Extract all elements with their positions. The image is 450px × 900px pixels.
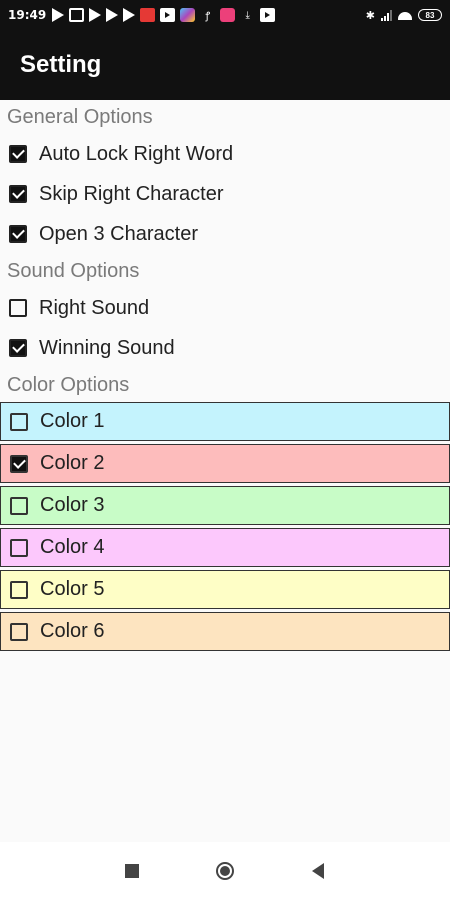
play-notification-icon	[106, 8, 119, 22]
checkbox[interactable]	[9, 339, 27, 357]
option-label: Auto Lock Right Word	[39, 142, 234, 165]
app-notification-icon: ꝭ	[205, 11, 211, 22]
option-label: Winning Sound	[39, 336, 175, 359]
youtube-icon	[260, 8, 276, 22]
section-header-color: Color Options	[7, 374, 130, 396]
recents-button[interactable]	[86, 842, 179, 900]
box-notification-icon	[69, 8, 85, 22]
battery-icon: 83	[418, 9, 442, 21]
color-option-6[interactable]: Color 6	[0, 612, 450, 651]
settings-list: General Options Auto Lock Right Word Ski…	[0, 100, 450, 654]
play-notification-icon	[123, 8, 136, 22]
option-auto-lock-right-word[interactable]: Auto Lock Right Word	[0, 134, 450, 174]
status-time: 19:49	[8, 8, 47, 22]
checkbox[interactable]	[9, 225, 27, 243]
page-title: Setting	[20, 51, 102, 78]
signal-icon	[381, 9, 392, 21]
option-label: Skip Right Character	[39, 182, 224, 205]
option-label: Color 4	[40, 536, 105, 558]
play-notification-icon	[52, 8, 65, 22]
checkbox[interactable]	[10, 622, 28, 641]
status-bar: 19:49 ꝭ ⤓ ✱ 83	[0, 0, 450, 30]
home-button[interactable]	[179, 842, 272, 900]
color-option-3[interactable]: Color 3	[0, 486, 450, 525]
bluetooth-icon: ✱	[365, 9, 375, 22]
checkbox[interactable]	[10, 496, 28, 515]
color-option-2[interactable]: Color 2	[0, 444, 450, 483]
checkbox[interactable]	[10, 454, 28, 473]
option-label: Color 5	[40, 578, 105, 600]
section-header-sound: Sound Options	[7, 260, 140, 282]
checkbox[interactable]	[10, 412, 28, 431]
play-notification-icon	[89, 8, 102, 22]
back-icon	[312, 863, 324, 879]
gallery-icon	[180, 8, 196, 22]
option-skip-right-character[interactable]: Skip Right Character	[0, 174, 450, 214]
option-winning-sound[interactable]: Winning Sound	[0, 328, 450, 368]
notification-icons: ꝭ ⤓	[52, 8, 276, 22]
download-icon: ⤓	[245, 9, 250, 21]
youtube-icon	[160, 8, 176, 22]
option-label: Right Sound	[39, 296, 150, 319]
wifi-icon	[398, 10, 412, 20]
option-label: Color 2	[40, 452, 105, 474]
app-notification-icon	[220, 8, 236, 22]
system-icons: ✱ 83	[366, 9, 442, 22]
checkbox[interactable]	[10, 538, 28, 557]
color-option-5[interactable]: Color 5	[0, 570, 450, 609]
option-label: Color 1	[40, 410, 105, 432]
recents-icon	[125, 864, 139, 878]
color-option-1[interactable]: Color 1	[0, 402, 450, 441]
app-bar: Setting	[0, 30, 450, 100]
back-button[interactable]	[272, 842, 365, 900]
checkbox[interactable]	[9, 185, 27, 203]
checkbox[interactable]	[10, 580, 28, 599]
option-label: Open 3 Character	[39, 222, 198, 245]
option-label: Color 6	[40, 620, 105, 642]
app-notification-icon	[140, 8, 156, 22]
checkbox[interactable]	[9, 145, 27, 163]
home-icon	[216, 862, 234, 880]
navigation-bar	[0, 842, 450, 900]
section-header-general: General Options	[7, 106, 153, 128]
color-option-4[interactable]: Color 4	[0, 528, 450, 567]
option-right-sound[interactable]: Right Sound	[0, 288, 450, 328]
option-open-3-character[interactable]: Open 3 Character	[0, 214, 450, 254]
option-label: Color 3	[40, 494, 105, 516]
checkbox[interactable]	[9, 299, 27, 317]
